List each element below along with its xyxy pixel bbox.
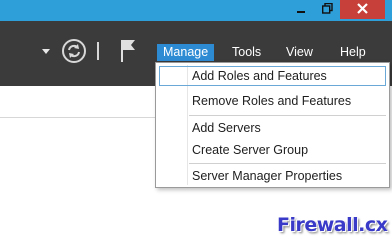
menu-item-add-roles-and-features[interactable]: Add Roles and Features [159, 66, 386, 86]
title-bar [0, 0, 392, 21]
content-divider [0, 117, 155, 118]
manage-dropdown-menu: Add Roles and Features Remove Roles and … [155, 62, 390, 188]
watermark-logo: Firewall.cx [277, 214, 388, 236]
menu-item-create-server-group[interactable]: Create Server Group [159, 140, 386, 160]
minimize-icon [296, 1, 306, 19]
menu-separator [189, 115, 386, 116]
restore-button[interactable] [314, 0, 340, 19]
menu-separator [189, 163, 386, 164]
menu-manage[interactable]: Manage [157, 44, 215, 61]
minimize-button[interactable] [288, 0, 314, 19]
restore-icon [321, 1, 333, 19]
refresh-icon[interactable] [61, 38, 87, 64]
flag-icon[interactable] [118, 38, 138, 64]
close-button[interactable] [340, 0, 385, 19]
menu-item-add-servers[interactable]: Add Servers [159, 118, 386, 138]
close-icon [357, 1, 368, 19]
menu-item-remove-roles-and-features[interactable]: Remove Roles and Features [159, 91, 386, 111]
dropdown-arrow-icon[interactable] [41, 46, 51, 56]
menu-help[interactable]: Help [334, 44, 372, 61]
toolbar-separator [97, 42, 99, 60]
menu-tools[interactable]: Tools [226, 44, 267, 61]
menu-view[interactable]: View [280, 44, 319, 61]
menu-item-server-manager-properties[interactable]: Server Manager Properties [159, 166, 386, 186]
